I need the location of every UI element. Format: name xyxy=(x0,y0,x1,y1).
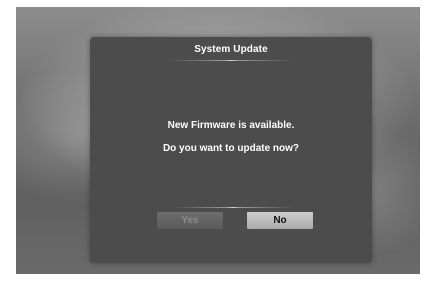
buttons-divider xyxy=(172,207,294,208)
dialog-title: System Update xyxy=(194,44,268,55)
dialog-message-line-1: New Firmware is available. xyxy=(167,120,295,131)
screen-background: System Update New Firmware is available.… xyxy=(16,7,420,274)
dialog-message-line-2: Do you want to update now? xyxy=(162,143,300,154)
system-update-dialog: System Update New Firmware is available.… xyxy=(90,37,372,263)
title-divider xyxy=(166,60,296,61)
no-button[interactable]: No xyxy=(247,212,313,229)
yes-button[interactable]: Yes xyxy=(157,212,223,229)
